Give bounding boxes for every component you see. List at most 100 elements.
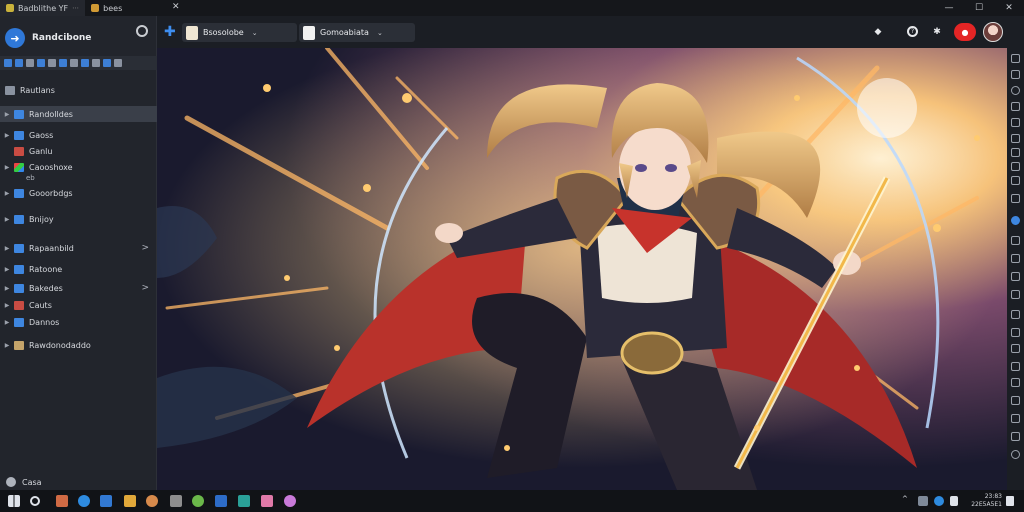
rail-icon[interactable] [1011,432,1020,441]
expand-caret-icon[interactable]: ▶ [3,190,11,197]
bookmark-icon[interactable] [114,59,122,67]
sidebar-item-0[interactable]: ▶ Randolldes [0,106,157,122]
sync-icon[interactable] [934,496,944,506]
rail-icon[interactable] [1011,236,1020,245]
notification-icon[interactable] [1006,496,1014,506]
sidebar-item-8[interactable]: ▶ Bakedes > [0,280,157,296]
bookmark-icon[interactable] [26,59,34,67]
taskbar-clock[interactable]: 23:83 [962,493,1002,500]
chevron-right-icon[interactable]: > [141,243,149,253]
taskbar-app-icon[interactable] [100,495,112,507]
rail-icon[interactable] [1011,310,1020,319]
sidebar-item-3[interactable]: ▶ Caooshoxe [0,159,157,175]
sidebar-item-1[interactable]: ▶ Gaoss [0,127,157,143]
sidebar-item-label: Ratoone [29,264,63,274]
sidebar-item-10[interactable]: ▶ Dannos [0,314,157,330]
active-rail-icon[interactable] [1011,216,1020,225]
workspace-dropdown-1[interactable]: Bsosolobe ⌄ [182,23,297,42]
expand-caret-icon[interactable]: ▶ [3,302,11,309]
sidebar-item-6[interactable]: ▶ Rapaanbild > [0,240,157,256]
rail-icon[interactable] [1011,378,1020,387]
rail-icon[interactable] [1011,414,1020,423]
taskbar-date[interactable]: 22E5A5E1 [962,501,1002,508]
bookmark-icon[interactable] [37,59,45,67]
expand-caret-icon[interactable]: ▶ [3,319,11,326]
sidebar-item-11[interactable]: ▶ Rawdonodaddo [0,337,157,353]
rail-icon[interactable] [1011,102,1020,111]
start-menu-icon[interactable] [8,495,20,507]
sidebar-footer[interactable]: Casa [0,474,157,490]
sidebar-item-7[interactable]: ▶ Ratoone [0,261,157,277]
minimize-button[interactable]: — [934,0,964,16]
taskbar-app-icon[interactable] [170,495,182,507]
help-icon[interactable]: ? [907,26,918,37]
rail-icon[interactable] [1011,254,1020,263]
bookmark-icon[interactable] [92,59,100,67]
settings-gear-icon[interactable] [1011,450,1020,459]
expand-caret-icon[interactable]: ▶ [3,164,11,171]
app-logo-icon[interactable]: ➜ [5,28,25,48]
rail-icon[interactable] [1011,86,1020,95]
browser-icon[interactable] [78,495,90,507]
sidebar-item-5[interactable]: ▶ Bnijoy [0,211,157,227]
rail-icon[interactable] [1011,148,1020,157]
taskbar-app-icon[interactable] [192,495,204,507]
tab-menu-icon[interactable]: ⋯ [72,4,79,12]
tab-1[interactable]: Badblithe YF ⋯ [0,0,86,16]
folder-icon[interactable] [124,495,136,507]
rail-icon[interactable] [1011,290,1020,299]
tab-close-icon[interactable]: ✕ [172,2,180,12]
sidebar-section-header[interactable]: Rautlans [0,82,157,98]
rail-icon[interactable] [1011,134,1020,143]
taskbar-app-icon[interactable] [261,495,273,507]
expand-caret-icon[interactable]: ▶ [3,245,11,252]
record-button[interactable]: ● [954,23,976,41]
bookmark-icon[interactable] [4,59,12,67]
search-icon[interactable] [30,496,40,506]
sidebar-item-9[interactable]: ▶ Cauts [0,297,157,313]
rail-icon[interactable] [1011,344,1020,353]
bookmark-icon[interactable] [59,59,67,67]
rail-icon[interactable] [1011,118,1020,127]
bookmark-icon[interactable] [15,59,23,67]
expand-caret-icon[interactable]: ▶ [3,266,11,273]
bookmark-icon[interactable] [48,59,56,67]
avatar[interactable] [983,22,1003,42]
chevron-up-icon[interactable]: ^ [902,495,910,507]
expand-caret-icon[interactable]: ▶ [3,216,11,223]
chevron-right-icon[interactable]: > [141,283,149,293]
close-window-button[interactable]: ✕ [994,0,1024,16]
bookmark-icon[interactable] [70,59,78,67]
rail-icon[interactable] [1011,194,1020,203]
extensions-icon[interactable]: ✱ [931,26,943,38]
taskbar-app-icon[interactable] [215,495,227,507]
rail-icon[interactable] [1011,328,1020,337]
maximize-button[interactable]: ☐ [964,0,994,16]
sidebar-item-2[interactable]: Ganlu [0,143,157,159]
settings-gear-icon[interactable] [136,25,148,37]
pin-icon[interactable]: ◆ [872,26,884,38]
workspace-dropdown-2[interactable]: Gomoabiata ⌄ [299,23,415,42]
network-icon[interactable] [918,496,928,506]
rail-icon[interactable] [1011,176,1020,185]
volume-icon[interactable] [950,496,958,506]
rail-icon[interactable] [1011,362,1020,371]
rail-icon[interactable] [1011,70,1020,79]
bookmark-icon[interactable] [103,59,111,67]
expand-caret-icon[interactable]: ▶ [3,132,11,139]
rail-icon[interactable] [1011,54,1020,63]
bookmark-icon[interactable] [81,59,89,67]
tab-2[interactable]: bees [85,0,128,16]
expand-caret-icon[interactable]: ▶ [3,111,11,118]
sidebar-item-4[interactable]: ▶ Gooorbdgs [0,185,157,201]
taskbar-app-icon[interactable] [146,495,158,507]
taskbar-app-icon[interactable] [56,495,68,507]
taskbar-app-icon[interactable] [238,495,250,507]
rail-icon[interactable] [1011,162,1020,171]
expand-caret-icon[interactable]: ▶ [3,285,11,292]
expand-caret-icon[interactable]: ▶ [3,342,11,349]
taskbar-app-icon[interactable] [284,495,296,507]
add-button[interactable]: ✚ [164,24,176,40]
rail-icon[interactable] [1011,396,1020,405]
rail-icon[interactable] [1011,272,1020,281]
